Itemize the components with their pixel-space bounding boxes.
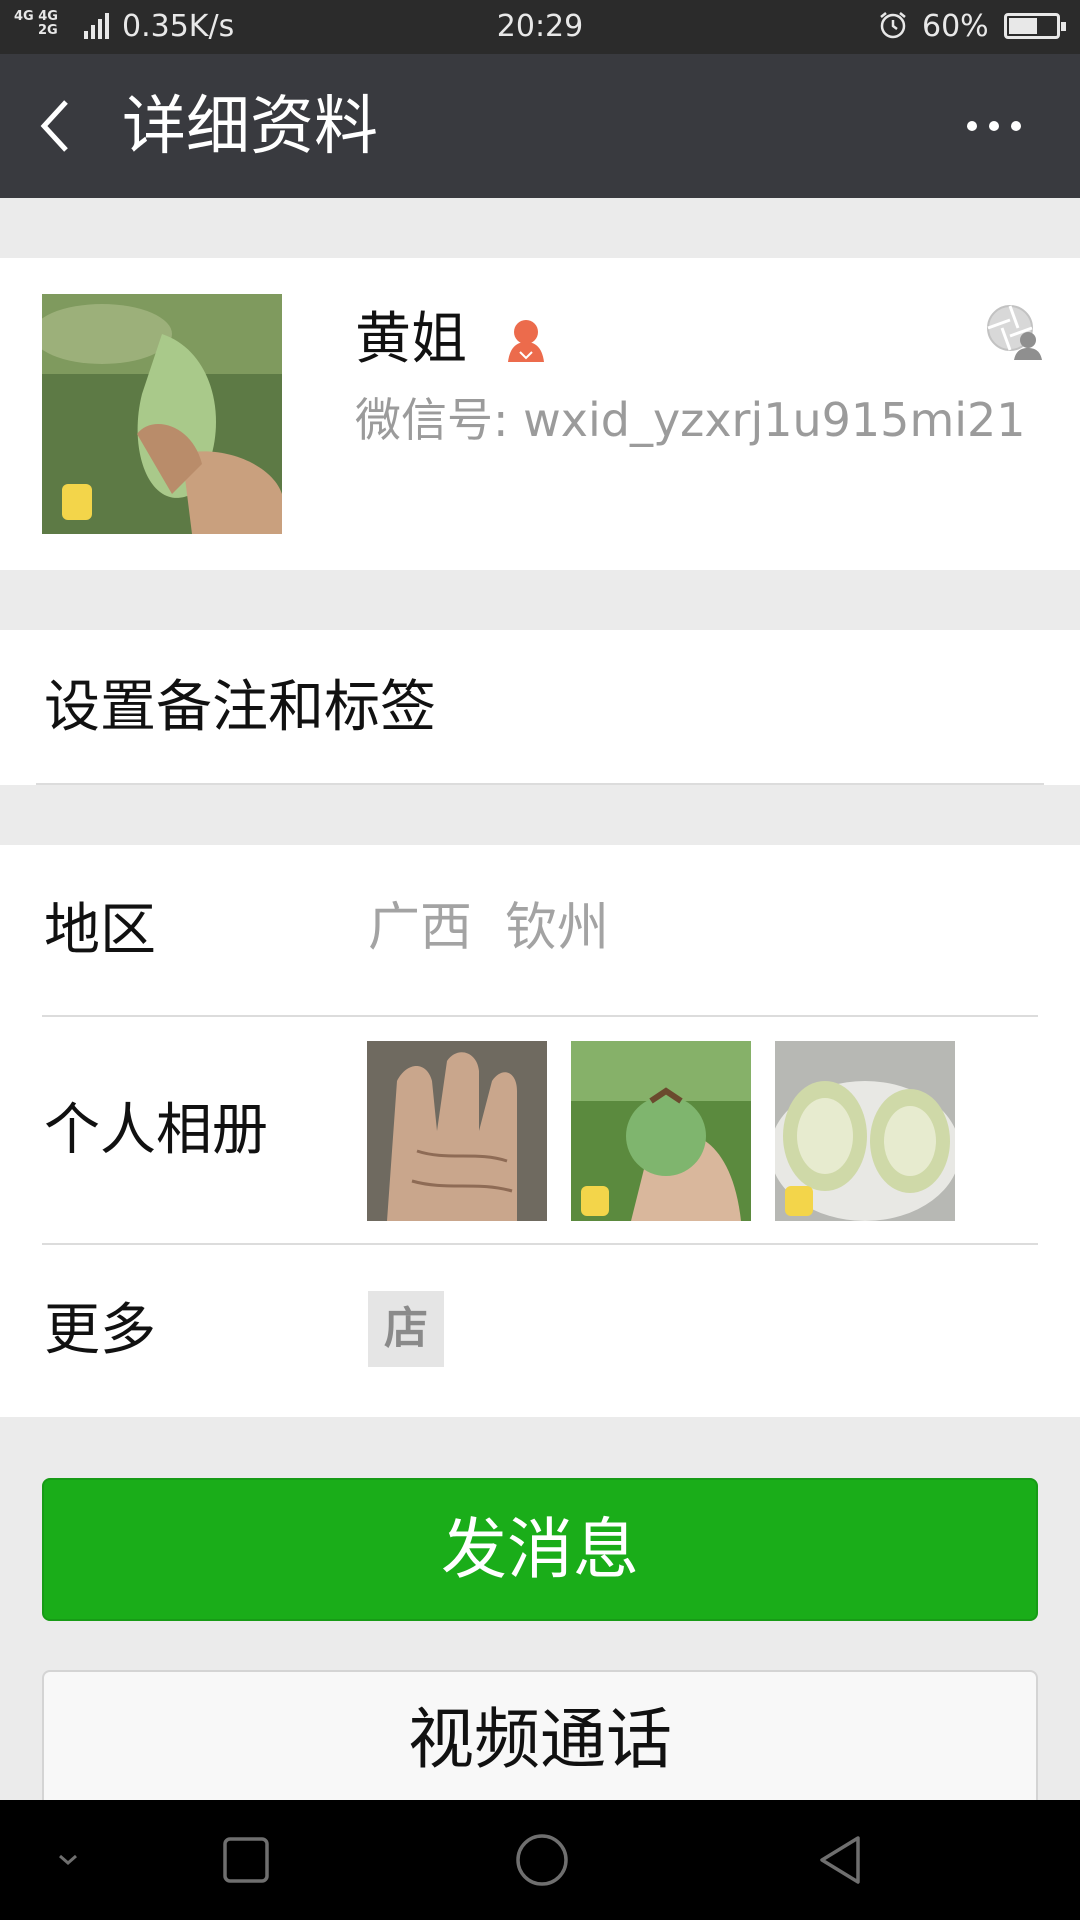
chevron-left-icon[interactable] <box>34 96 80 156</box>
profile-card: 黄姐 微信号: wxid_yzxrj1u915mi21 <box>0 258 1080 570</box>
more-label: 更多 <box>44 1298 156 1363</box>
album-photo-1[interactable] <box>367 1041 547 1221</box>
battery-icon <box>1004 13 1066 39</box>
set-remark-row[interactable]: 设置备注和标签 <box>0 630 1080 785</box>
avatar[interactable] <box>42 294 282 534</box>
system-nav-bar <box>0 1800 1080 1920</box>
wechat-id: 微信号: wxid_yzxrj1u915mi21 <box>355 393 1026 447</box>
divider <box>42 1243 1038 1245</box>
album-label: 个人相册 <box>44 1098 268 1163</box>
alarm-icon <box>880 12 906 39</box>
status-bar: 4G 4G 2G 0.35K/s 20:29 60% <box>0 0 1080 54</box>
clock: 20:29 <box>496 9 584 44</box>
contact-name: 黄姐 <box>355 307 467 372</box>
album-photo-2[interactable] <box>571 1041 751 1221</box>
female-icon <box>508 320 544 362</box>
divider <box>36 783 1044 785</box>
info-section: 地区 广西 钦州 个人相册 更多 店 <box>0 845 1080 1417</box>
send-message-button[interactable]: 发消息 <box>42 1478 1038 1621</box>
video-call-button[interactable]: 视频通话 <box>42 1670 1038 1810</box>
battery-percent: 60% <box>922 9 989 44</box>
home-icon[interactable] <box>512 1830 572 1890</box>
recent-apps-icon[interactable] <box>216 1830 276 1890</box>
back-triangle-icon[interactable] <box>810 1830 870 1890</box>
set-remark-label: 设置备注和标签 <box>44 675 436 740</box>
moments-shutter-icon[interactable] <box>984 302 1044 362</box>
more-dots-icon[interactable] <box>964 106 1024 146</box>
region-label: 地区 <box>44 898 156 963</box>
collapse-chevron-icon[interactable] <box>38 1830 98 1890</box>
divider <box>42 1015 1038 1017</box>
title-bar: 详细资料 <box>0 54 1080 198</box>
region-value: 广西 钦州 <box>368 898 610 958</box>
album-photo-3[interactable] <box>775 1041 955 1221</box>
shop-icon[interactable]: 店 <box>368 1291 444 1367</box>
page-title: 详细资料 <box>122 90 378 164</box>
